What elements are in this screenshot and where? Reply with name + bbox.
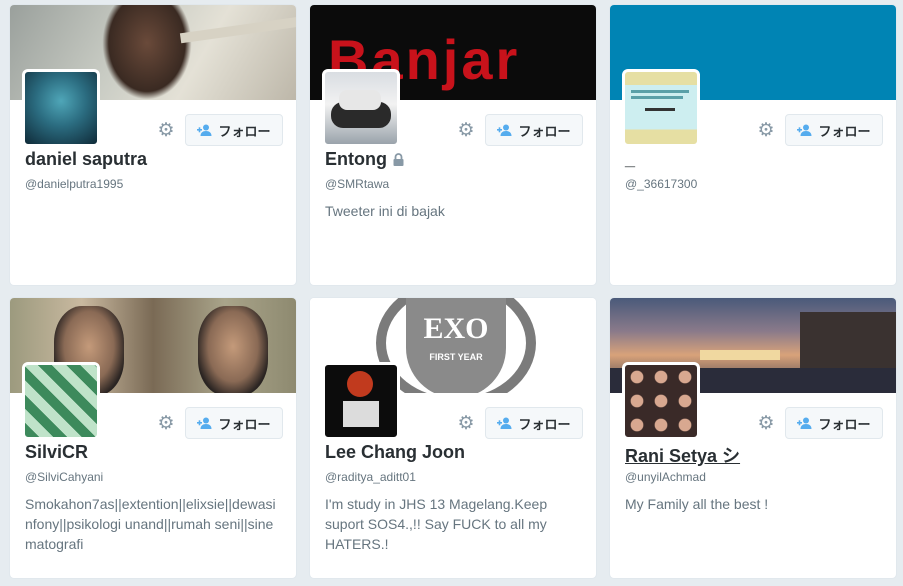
follow-button[interactable]: フォロー bbox=[785, 114, 883, 146]
bio: I'm study in JHS 13 Magelang.Keep suport… bbox=[325, 496, 548, 552]
add-user-icon bbox=[497, 417, 512, 429]
screen-name[interactable]: @SilviCahyani bbox=[25, 470, 103, 484]
bio: Smokahon7as||extention||elixsie||dewasin… bbox=[25, 496, 276, 552]
screen-name[interactable]: @danielputra1995 bbox=[25, 177, 123, 191]
follow-label: フォロー bbox=[518, 123, 571, 139]
display-name[interactable]: Entong bbox=[325, 149, 404, 171]
screen-name[interactable]: @raditya_aditt01 bbox=[325, 470, 416, 484]
screen-name[interactable]: @unyilAchmad bbox=[625, 470, 706, 484]
avatar[interactable] bbox=[322, 362, 400, 440]
add-user-icon bbox=[797, 124, 812, 136]
user-card: ⚙ フォロー daniel saputra @danielputra1995 bbox=[9, 4, 297, 286]
follow-label: フォロー bbox=[518, 416, 571, 432]
avatar[interactable] bbox=[22, 362, 100, 440]
display-name[interactable]: SilviCR bbox=[25, 442, 88, 463]
user-card: ⚙ フォロー Rani Setya シ @unyilAchmad My Fami… bbox=[609, 297, 897, 579]
follow-button[interactable]: フォロー bbox=[185, 114, 283, 146]
gear-icon[interactable]: ⚙ bbox=[756, 414, 776, 434]
follow-button[interactable]: フォロー bbox=[785, 407, 883, 439]
follow-button[interactable]: フォロー bbox=[485, 407, 583, 439]
follow-label: フォロー bbox=[818, 123, 871, 139]
gear-icon[interactable]: ⚙ bbox=[156, 121, 176, 141]
follow-label: フォロー bbox=[218, 416, 271, 432]
gear-icon[interactable]: ⚙ bbox=[156, 414, 176, 434]
screen-name[interactable]: @SMRtawa bbox=[325, 177, 389, 191]
display-name[interactable]: _ bbox=[625, 149, 635, 170]
display-name[interactable]: Lee Chang Joon bbox=[325, 442, 465, 463]
user-card: EXO FIRST YEAR ⚙ フォロー Lee Chang Joon @ra… bbox=[309, 297, 597, 579]
banner-subtext: FIRST YEAR bbox=[429, 352, 483, 362]
avatar[interactable] bbox=[22, 69, 100, 147]
avatar[interactable] bbox=[322, 69, 400, 147]
gear-icon[interactable]: ⚙ bbox=[756, 121, 776, 141]
screen-name[interactable]: @_36617300 bbox=[625, 177, 697, 191]
add-user-icon bbox=[197, 417, 212, 429]
bio: My Family all the best ! bbox=[625, 496, 769, 512]
bio: Tweeter ini di bajak bbox=[325, 203, 445, 219]
user-card: ⚙ フォロー SilviCR @SilviCahyani Smokahon7as… bbox=[9, 297, 297, 579]
user-card: Banjar ⚙ フォロー Entong @SMRtawa Tweeter in… bbox=[309, 4, 597, 286]
gear-icon[interactable]: ⚙ bbox=[456, 414, 476, 434]
follow-label: フォロー bbox=[818, 416, 871, 432]
add-user-icon bbox=[797, 417, 812, 429]
gear-icon[interactable]: ⚙ bbox=[456, 121, 476, 141]
avatar[interactable] bbox=[622, 362, 700, 440]
follow-label: フォロー bbox=[218, 123, 271, 139]
add-user-icon bbox=[197, 124, 212, 136]
banner-text: EXO bbox=[423, 312, 489, 345]
user-card: ⚙ フォロー _ @_36617300 bbox=[609, 4, 897, 286]
follow-button[interactable]: フォロー bbox=[485, 114, 583, 146]
display-name[interactable]: Rani Setya シ bbox=[625, 442, 740, 468]
add-user-icon bbox=[497, 124, 512, 136]
avatar[interactable] bbox=[622, 69, 700, 147]
display-name[interactable]: daniel saputra bbox=[25, 149, 147, 170]
follow-button[interactable]: フォロー bbox=[185, 407, 283, 439]
lock-icon bbox=[393, 150, 404, 171]
